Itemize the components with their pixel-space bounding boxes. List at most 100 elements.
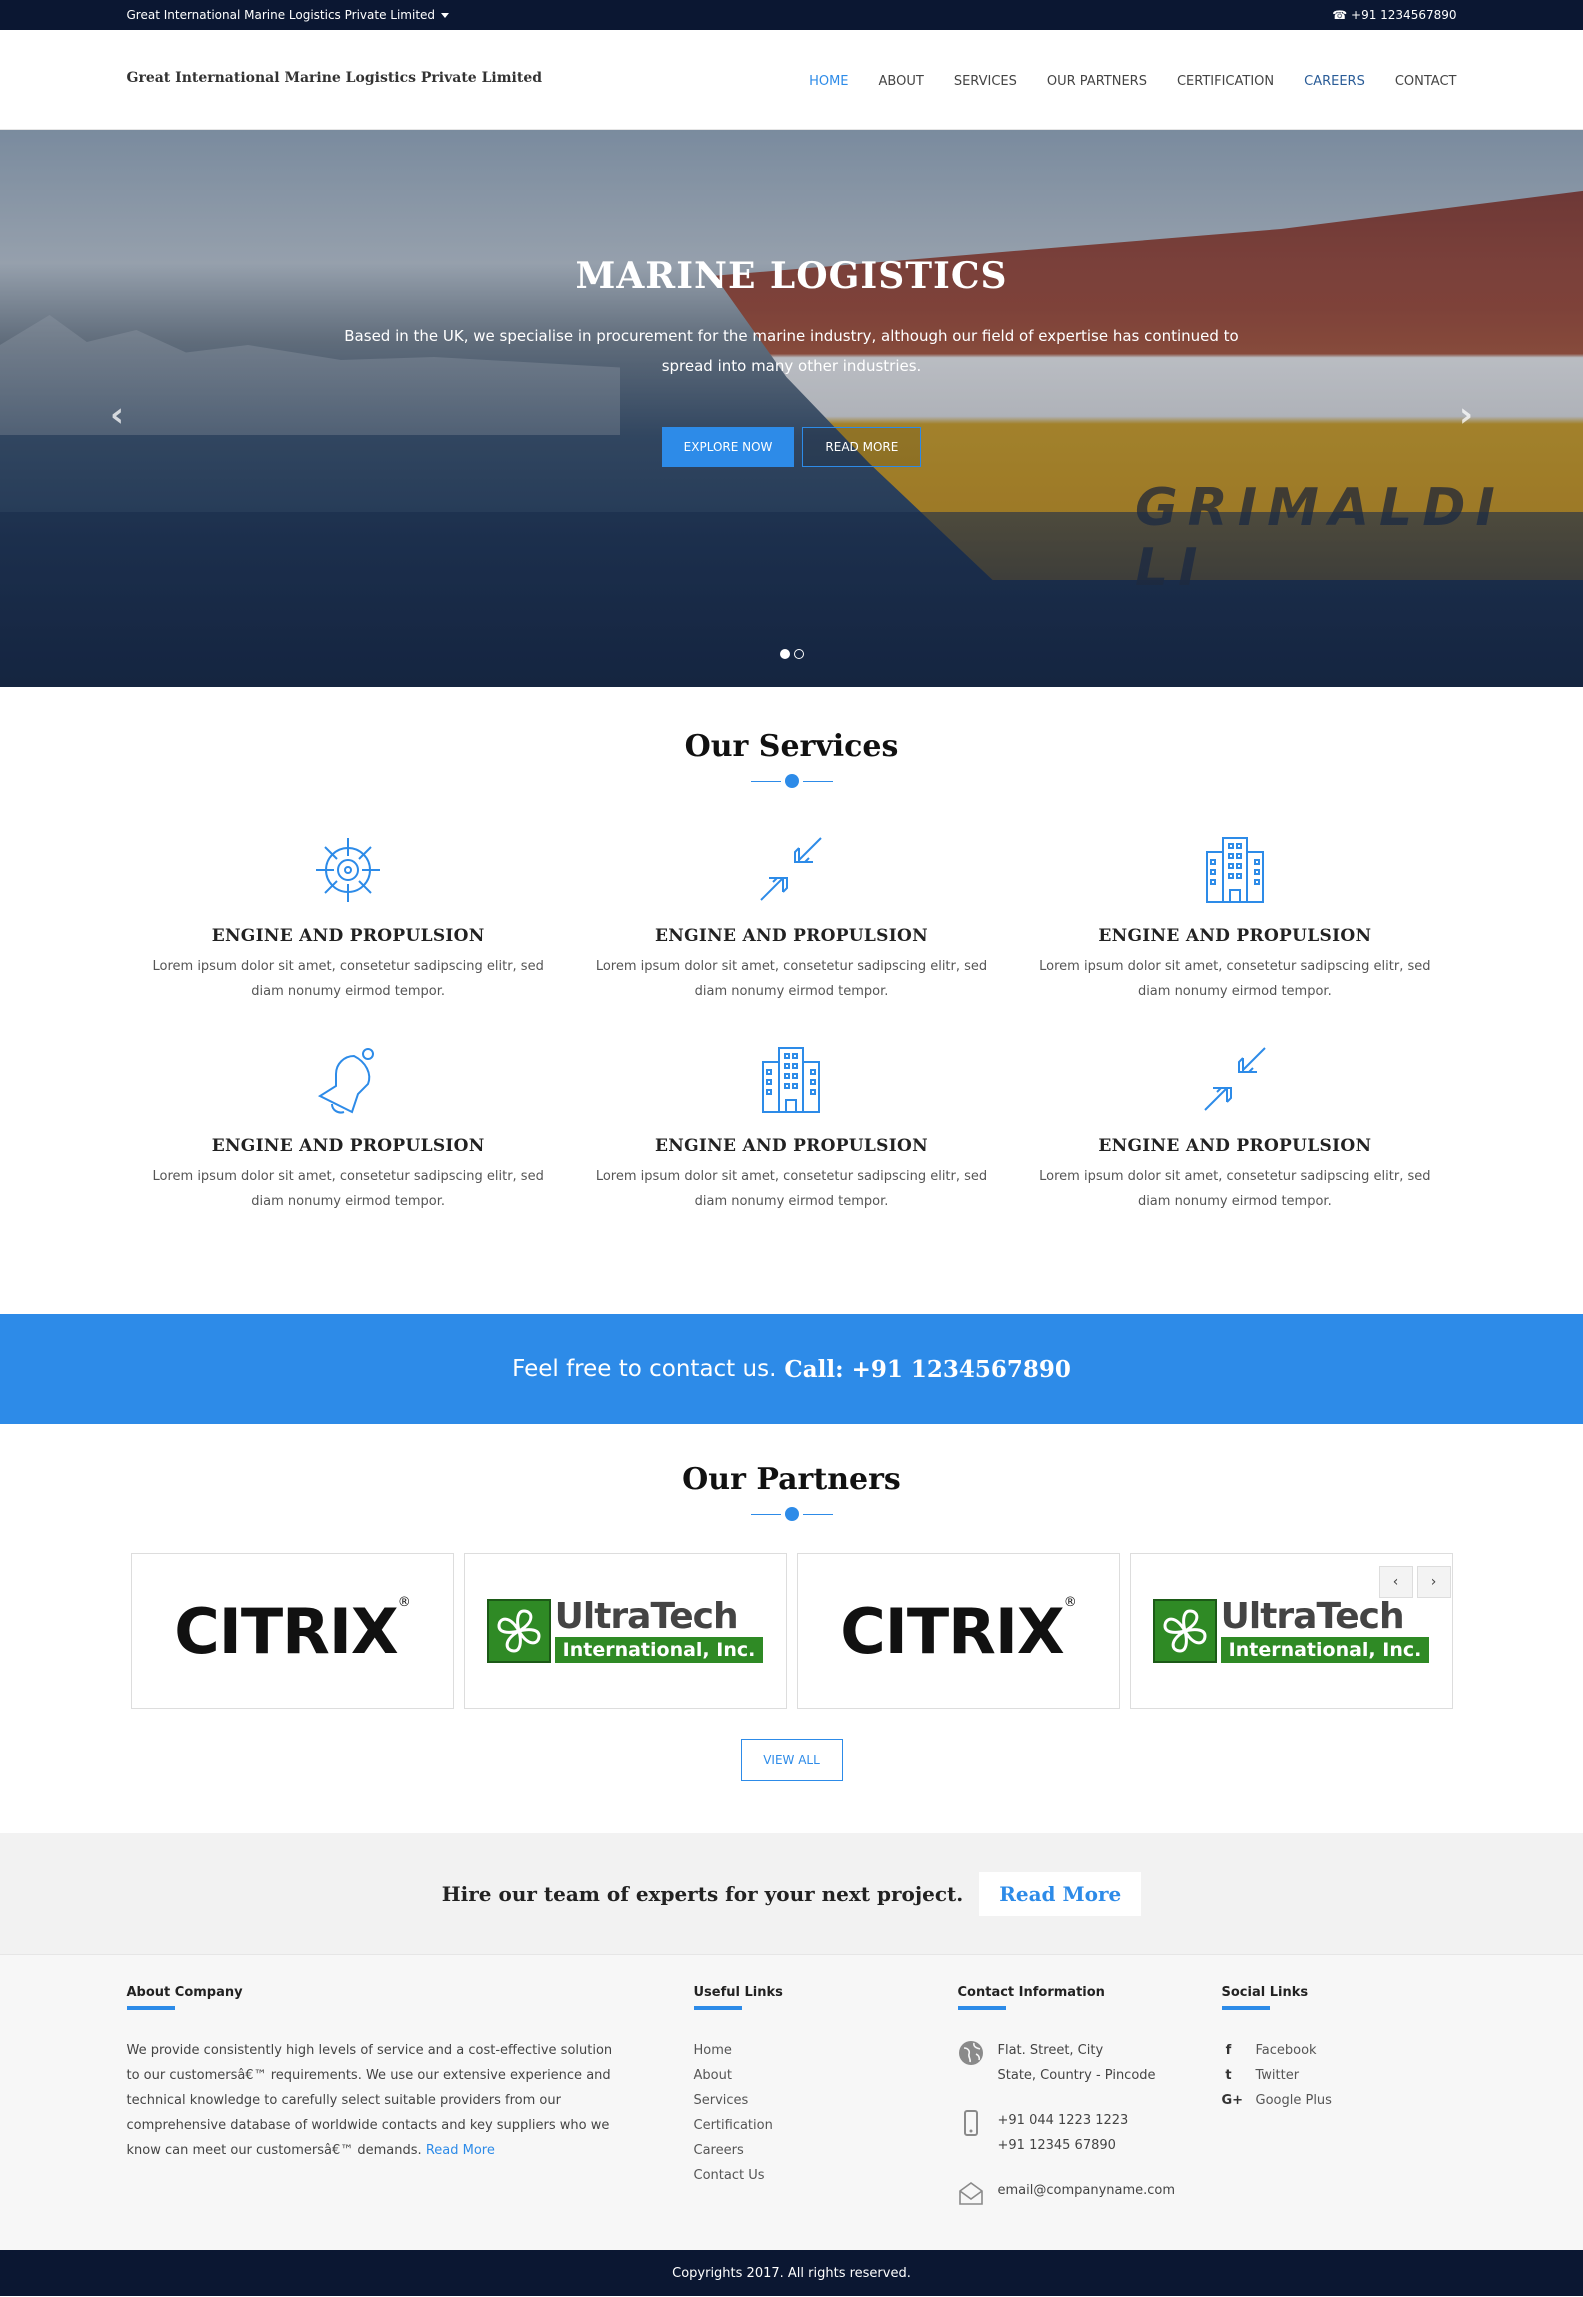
- partners-title: Our Partners: [682, 1462, 901, 1497]
- nav-our-partners[interactable]: OUR PARTNERS: [1047, 74, 1147, 89]
- contact-band: Feel free to contact us. Call: +91 12345…: [0, 1314, 1583, 1424]
- bell-icon: [318, 1048, 375, 1114]
- hire-read-more-button[interactable]: Read More: [979, 1871, 1142, 1916]
- footer-link-services[interactable]: Services: [694, 2088, 958, 2113]
- slider-next-icon[interactable]: ›: [1459, 395, 1473, 435]
- address-line-2: State, Country - Pincode: [997, 2068, 1156, 2083]
- social-link-google-plus[interactable]: G+ Google Plus: [1222, 2088, 1457, 2113]
- footer-contact-title: Contact Information: [957, 1985, 1105, 2000]
- address-line-1: Flat. Street, City: [997, 2043, 1104, 2058]
- service-title: ENGINE AND PROPULSION: [655, 926, 928, 946]
- building-icon: [762, 1047, 821, 1113]
- leaf-icon: [1152, 1599, 1217, 1663]
- envelope-open-icon: [958, 2182, 983, 2205]
- top-bar: Great International Marine Logistics Pri…: [0, 0, 1583, 30]
- facebook-icon: f: [1225, 2043, 1232, 2058]
- registered-mark: ®: [397, 1594, 411, 1610]
- explore-now-button[interactable]: EXPLORE NOW: [661, 427, 795, 467]
- brand-logo[interactable]: Great International Marine Logistics Pri…: [127, 70, 543, 86]
- citrix-logo: CITRIX®: [174, 1594, 411, 1668]
- nav-services[interactable]: SERVICES: [954, 74, 1017, 89]
- citrix-wordmark: CITRIX: [174, 1594, 398, 1668]
- nav-home[interactable]: HOME: [809, 74, 848, 89]
- arrows-in-icon: [760, 837, 823, 901]
- contact-band-call[interactable]: Call: +91 1234567890: [784, 1356, 1071, 1383]
- footer-title-bar: [126, 2006, 175, 2010]
- service-item: ENGINE AND PROPULSION Lorem ipsum dolor …: [570, 834, 1013, 1004]
- building-icon: [1205, 837, 1264, 903]
- footer-phones: +91 044 1223 1223 +91 12345 67890: [958, 2108, 1222, 2158]
- social-link-twitter[interactable]: t Twitter: [1222, 2063, 1457, 2088]
- footer-about: About Company We provide consistently hi…: [126, 1985, 694, 2226]
- company-dropdown-label: Great International Marine Logistics Pri…: [126, 8, 436, 22]
- footer-link-careers[interactable]: Careers: [694, 2138, 958, 2163]
- ultratech-wordmark: UltraTech: [1220, 1596, 1405, 1637]
- mobile-phone-icon: [963, 2110, 978, 2136]
- hero-text: Based in the UK, we specialise in procur…: [344, 327, 1239, 375]
- nav-certification[interactable]: CERTIFICATION: [1177, 74, 1274, 89]
- footer-link-about[interactable]: About: [694, 2063, 958, 2088]
- view-all-button[interactable]: VIEW ALL: [740, 1739, 843, 1781]
- nav-contact[interactable]: CONTACT: [1395, 74, 1457, 89]
- slider-dot-2[interactable]: [793, 649, 804, 659]
- partners-next-button[interactable]: ›: [1416, 1566, 1451, 1598]
- partner-logos: CITRIX® UltraTech International, Inc. CI…: [127, 1553, 1457, 1709]
- globe-icon: [958, 2041, 983, 2065]
- footer-title-bar: [1221, 2006, 1270, 2010]
- footer-social-links: Social Links f Facebook t Twitter G+ Google…: [1221, 1985, 1457, 2226]
- nav-about[interactable]: ABOUT: [879, 74, 924, 89]
- slider-prev-icon[interactable]: ‹: [110, 395, 124, 435]
- nav-careers[interactable]: CAREERS: [1304, 74, 1365, 89]
- service-text: Lorem ipsum dolor sit amet, consetetur s…: [595, 1169, 988, 1209]
- ultratech-logo: UltraTech International, Inc.: [486, 1596, 764, 1663]
- footer-link-contact-us[interactable]: Contact Us: [694, 2163, 958, 2188]
- service-item: ENGINE AND PROPULSION Lorem ipsum dolor …: [1013, 834, 1456, 1004]
- arrows-in-icon: [1204, 1047, 1266, 1111]
- registered-mark: ®: [1063, 1594, 1077, 1610]
- social-label: Facebook: [1255, 2043, 1317, 2058]
- copyright-bar: Copyrights 2017. All rights reserved.: [0, 2250, 1583, 2296]
- service-title: ENGINE AND PROPULSION: [211, 1136, 485, 1156]
- company-dropdown[interactable]: Great International Marine Logistics Pri…: [127, 8, 450, 22]
- email-address[interactable]: email@companyname.com: [998, 2178, 1176, 2206]
- citrix-wordmark: CITRIX: [840, 1594, 1064, 1668]
- service-item: ENGINE AND PROPULSION Lorem ipsum dolor …: [127, 1044, 570, 1214]
- service-item: ENGINE AND PROPULSION Lorem ipsum dolor …: [127, 834, 570, 1004]
- main-nav: HOME ABOUT SERVICES OUR PARTNERS CERTIFI…: [809, 74, 1456, 89]
- title-separator: [0, 1507, 1583, 1521]
- service-title: ENGINE AND PROPULSION: [655, 1136, 928, 1156]
- service-text: Lorem ipsum dolor sit amet, consetetur s…: [152, 1169, 544, 1209]
- social-label: Twitter: [1255, 2068, 1300, 2083]
- partner-logo-citrix[interactable]: CITRIX®: [796, 1553, 1120, 1709]
- footer-about-title: About Company: [126, 1985, 243, 2000]
- footer-about-read-more-link[interactable]: Read More: [426, 2143, 495, 2158]
- service-item: ENGINE AND PROPULSION Lorem ipsum dolor …: [570, 1044, 1013, 1214]
- phone-2: +91 12345 67890: [997, 2138, 1116, 2153]
- ultratech-subline: International, Inc.: [554, 1637, 764, 1663]
- footer-contact-info: Contact Information Flat. Street, City St…: [957, 1985, 1222, 2226]
- partner-logo-citrix[interactable]: CITRIX®: [130, 1553, 454, 1709]
- partner-logo-ultratech[interactable]: UltraTech International, Inc.: [463, 1553, 787, 1709]
- phone-1: +91 044 1223 1223: [997, 2113, 1129, 2128]
- caret-down-icon: [441, 13, 450, 18]
- ultratech-wordmark: UltraTech: [554, 1596, 739, 1637]
- partners-prev-button[interactable]: ‹: [1378, 1566, 1413, 1598]
- footer-link-certification[interactable]: Certification: [694, 2113, 958, 2138]
- service-text: Lorem ipsum dolor sit amet, consetetur s…: [1039, 959, 1431, 999]
- slider-dot-1[interactable]: [779, 649, 790, 659]
- social-link-facebook[interactable]: f Facebook: [1222, 2038, 1457, 2063]
- footer-title-bar: [957, 2006, 1006, 2010]
- footer-about-body: We provide consistently high levels of s…: [127, 2038, 617, 2163]
- footer-about-text: We provide consistently high levels of s…: [126, 2043, 613, 2158]
- top-phone: ☎ +91 1234567890: [1332, 8, 1457, 22]
- ultratech-logo: UltraTech International, Inc.: [1152, 1596, 1430, 1663]
- footer-address: Flat. Street, City State, Country - Pinco…: [958, 2038, 1222, 2088]
- footer-social-title: Social Links: [1221, 1985, 1309, 2000]
- hero-title: MARINE LOGISTICS: [575, 255, 1008, 297]
- read-more-button[interactable]: READ MORE: [802, 427, 922, 467]
- leaf-icon: [486, 1599, 551, 1663]
- footer-title-bar: [693, 2006, 742, 2010]
- contact-band-text: Feel free to contact us.: [512, 1356, 777, 1382]
- service-text: Lorem ipsum dolor sit amet, consetetur s…: [1039, 1169, 1431, 1209]
- footer-link-home[interactable]: Home: [694, 2038, 958, 2063]
